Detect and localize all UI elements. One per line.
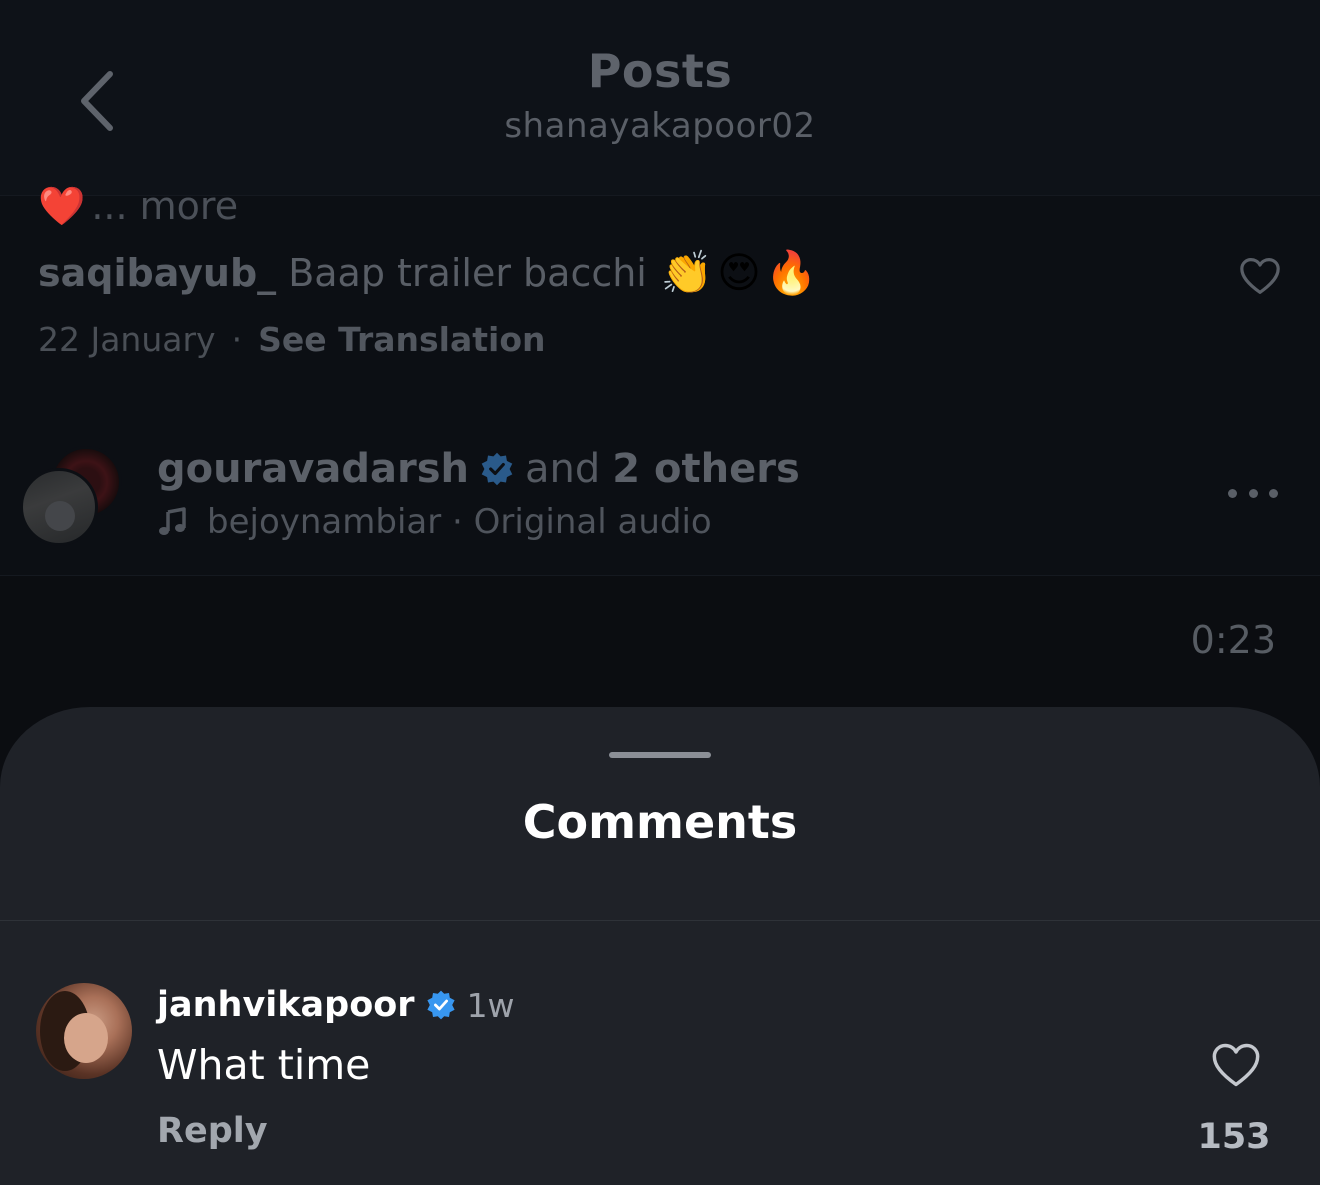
more-dots-icon (1228, 488, 1237, 498)
sheet-title: Comments (522, 795, 798, 849)
comment-header: janhvikapoor 1w (157, 985, 515, 1025)
top-comment: saqibayub_ Baap trailer bacchi 👏😍🔥 (38, 248, 821, 298)
top-comment-username[interactable]: saqibayub_ (38, 251, 276, 295)
verified-badge-icon (426, 990, 455, 1020)
and-label: and (525, 446, 601, 492)
music-note-icon (159, 507, 186, 535)
top-comment-date: 22 January (38, 320, 216, 359)
heart-outline-icon (1240, 258, 1280, 294)
top-comment-meta: 22 January · See Translation (38, 320, 546, 359)
top-comment-text: Baap trailer bacchi (288, 251, 647, 295)
avatar[interactable] (36, 983, 132, 1079)
screen: Posts shanayakapoor02 ❤️ ... more saqiba… (0, 0, 1320, 1185)
liked-by-username[interactable]: gouravadarsh (157, 446, 469, 492)
meta-separator: · (231, 320, 243, 359)
comment-like-count: 153 (1197, 1117, 1271, 1157)
more-link[interactable]: ... more (91, 184, 238, 228)
top-comment-emojis: 👏😍🔥 (660, 248, 822, 297)
heart-emoji: ❤️ (38, 183, 86, 228)
page-title: Posts (587, 44, 733, 98)
comment-time: 1w (466, 985, 515, 1025)
avatar (20, 468, 98, 546)
reply-button[interactable]: Reply (157, 1111, 268, 1151)
page-subtitle[interactable]: shanayakapoor02 (0, 106, 1320, 146)
video-duration: 0:23 (1190, 618, 1276, 662)
comment-like-button[interactable] (1210, 1041, 1262, 1089)
more-options-button[interactable] (1228, 478, 1278, 508)
sheet-drag-handle[interactable] (609, 752, 711, 758)
audio-source: bejoynambiar · Original audio (207, 502, 712, 542)
liked-by-avatars[interactable] (20, 446, 122, 546)
audio-line[interactable]: bejoynambiar · Original audio (157, 502, 712, 542)
liked-by-line[interactable]: gouravadarsh and 2 others (157, 446, 800, 492)
see-translation-link[interactable]: See Translation (258, 320, 545, 359)
comments-sheet: Comments janhvikapoor 1w What time Reply… (0, 707, 1320, 1185)
audio-info-section: gouravadarsh and 2 others bejoynambiar ·… (0, 420, 1320, 576)
top-comment-like-button[interactable] (1238, 256, 1282, 296)
comment-text: What time (157, 1041, 371, 1089)
comment-username[interactable]: janhvikapoor (157, 985, 415, 1025)
posts-header: Posts shanayakapoor02 (0, 0, 1320, 196)
heart-outline-icon (1212, 1043, 1260, 1087)
caption-more-row[interactable]: ❤️ ... more (38, 180, 238, 232)
others-count[interactable]: 2 others (612, 446, 800, 492)
verified-badge-icon (481, 452, 513, 486)
divider (0, 920, 1320, 921)
